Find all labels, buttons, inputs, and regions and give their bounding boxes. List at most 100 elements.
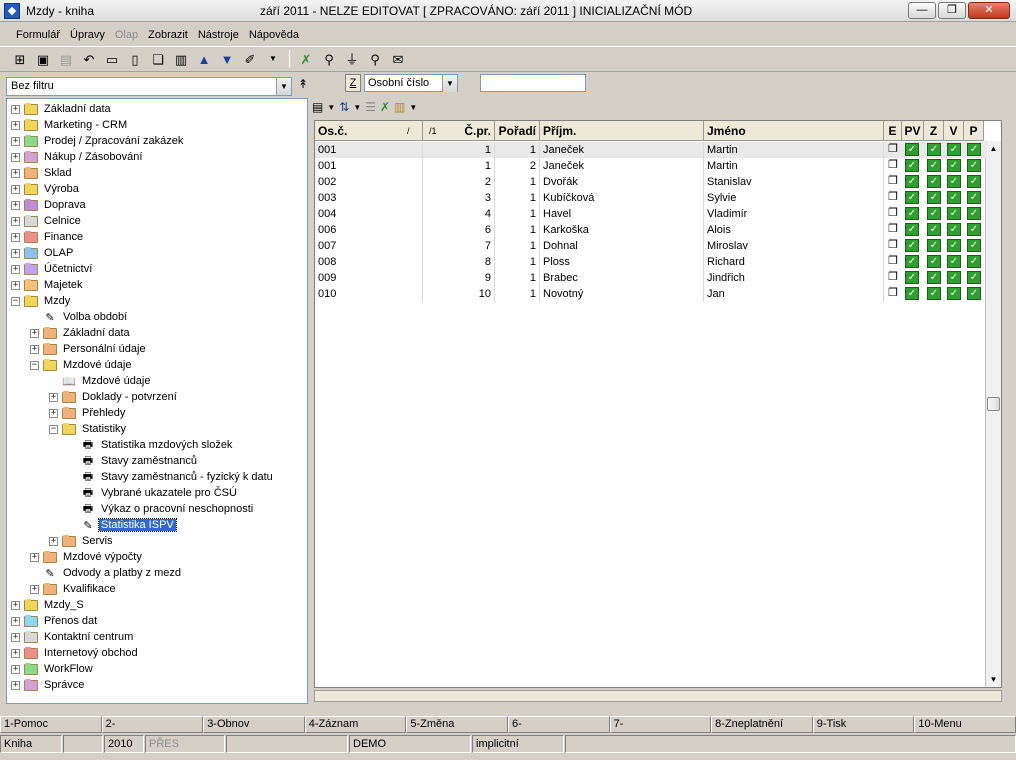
sort-order-button[interactable]: Z [345, 74, 361, 92]
check-icon[interactable]: ✓ [947, 239, 961, 252]
function-key[interactable]: 8-Zneplatnění [711, 716, 813, 733]
tree-item[interactable]: + Přenos dat [11, 613, 99, 629]
expand-icon[interactable]: + [11, 184, 20, 194]
expand-icon[interactable]: + [11, 248, 20, 258]
filter-icon[interactable]: ⏚ [342, 49, 362, 69]
expand-icon[interactable]: + [11, 152, 20, 162]
document-icon[interactable]: ❐ [886, 207, 900, 220]
function-key[interactable]: 6- [507, 716, 610, 733]
sort-az-icon[interactable]: ⇅ [339, 100, 349, 114]
column-header[interactable]: V [944, 121, 964, 141]
tree-view-icon[interactable]: ☰ [365, 100, 376, 114]
tree-item[interactable]: + Celnice [11, 213, 83, 229]
expand-icon[interactable]: + [11, 600, 20, 610]
table-row[interactable]: 009 9 1 Brabec Jindřich ❐ ✓ ✓ ✓ ✓ [315, 270, 987, 286]
tree-item[interactable]: + Kvalifikace [30, 581, 118, 597]
tree-item[interactable]: + Personální údaje [30, 341, 148, 357]
menu-item-0[interactable]: Formulář [16, 29, 60, 41]
check-icon[interactable]: ✓ [967, 159, 981, 172]
column-header[interactable]: PV [902, 121, 924, 141]
excel-icon[interactable]: ✗ [380, 100, 390, 114]
table-row[interactable]: 008 8 1 Ploss Richard ❐ ✓ ✓ ✓ ✓ [315, 254, 987, 270]
tree-item[interactable]: + Správce [11, 677, 86, 693]
table-row[interactable]: 007 7 1 Dohnal Miroslav ❐ ✓ ✓ ✓ ✓ [315, 238, 987, 254]
column-header[interactable]: P [964, 121, 984, 141]
navigation-tree[interactable]: + Základní data + Marketing - CRM + Prodej / … [6, 98, 308, 704]
tree-item[interactable]: ✎ Statistika ISPV [68, 517, 177, 533]
check-icon[interactable]: ✓ [927, 271, 941, 284]
column-header[interactable]: Z [924, 121, 944, 141]
table-row[interactable]: 010 10 1 Novotný Jan ❐ ✓ ✓ ✓ ✓ [315, 286, 987, 302]
table-row[interactable]: 003 3 1 Kubíčková Sylvie ❐ ✓ ✓ ✓ ✓ [315, 190, 987, 206]
tree-item[interactable]: + Výroba [11, 181, 81, 197]
expand-icon[interactable]: + [11, 168, 20, 178]
check-icon[interactable]: ✓ [905, 271, 919, 284]
app-icon[interactable] [4, 3, 20, 19]
check-icon[interactable]: ✓ [927, 143, 941, 156]
expand-icon[interactable]: + [30, 584, 39, 594]
check-icon[interactable]: ✓ [967, 239, 981, 252]
edit-record-icon[interactable]: ✐ [240, 49, 260, 69]
function-key[interactable]: 10-Menu [914, 716, 1016, 733]
tree-icon[interactable]: ⊞ [10, 49, 30, 69]
table-row[interactable]: 001 1 1 Janeček Martin ❐ ✓ ✓ ✓ ✓ [315, 142, 987, 158]
dropdown-icon[interactable]: ▼ [409, 103, 417, 112]
collapse-icon[interactable]: − [30, 360, 39, 370]
check-icon[interactable]: ✓ [927, 287, 941, 300]
check-icon[interactable]: ✓ [905, 143, 919, 156]
tree-item[interactable]: + Sklad [11, 165, 74, 181]
tree-item[interactable]: − Mzdové údaje [30, 357, 134, 373]
check-icon[interactable]: ✓ [905, 255, 919, 268]
document-icon[interactable]: ❐ [886, 239, 900, 252]
expand-icon[interactable]: + [30, 552, 39, 562]
column-header[interactable]: E [884, 121, 902, 141]
expand-icon[interactable]: + [11, 104, 20, 114]
scroll-down-icon[interactable]: ▼ [986, 672, 1001, 687]
menu-item-3[interactable]: Zobrazit [148, 29, 188, 41]
chevron-down-icon[interactable]: ▼ [276, 78, 291, 95]
check-icon[interactable]: ✓ [927, 223, 941, 236]
document-icon[interactable]: ❐ [886, 159, 900, 172]
columns-icon[interactable]: ▤ [312, 100, 323, 114]
data-grid[interactable]: ▲ ▼ Os.č. Č.pr. Pořadí Příjm. Jméno E PV Z V P / /1… [314, 120, 1002, 688]
close-button[interactable]: ✕ [968, 2, 1010, 19]
tree-item[interactable]: + Mzdové výpočty [30, 549, 144, 565]
tree-item[interactable]: + Doklady - potvrzení [49, 389, 179, 405]
menu-item-1[interactable]: Úpravy [70, 29, 105, 41]
check-icon[interactable]: ✓ [967, 175, 981, 188]
check-icon[interactable]: ✓ [947, 223, 961, 236]
check-icon[interactable]: ✓ [927, 239, 941, 252]
collapse-icon[interactable]: − [49, 424, 58, 434]
book-icon[interactable]: ▥ [171, 49, 191, 69]
function-key[interactable]: 2- [101, 716, 204, 733]
tree-item[interactable]: ✎ Odvody a platby z mezd [30, 565, 183, 581]
check-icon[interactable]: ✓ [905, 223, 919, 236]
open-folder-icon[interactable]: ▭ [102, 49, 122, 69]
check-icon[interactable]: ✓ [927, 255, 941, 268]
arrow-down-icon[interactable]: ▼ [217, 49, 237, 69]
tree-item[interactable]: + OLAP [11, 245, 75, 261]
document-icon[interactable]: ❐ [886, 143, 900, 156]
tree-item[interactable]: + Servis [49, 533, 115, 549]
chevron-down-icon[interactable]: ▼ [442, 75, 457, 92]
column-header[interactable]: Příjm. [540, 121, 704, 141]
function-key[interactable]: 3-Obnov [203, 716, 305, 733]
check-icon[interactable]: ✓ [905, 287, 919, 300]
column-header[interactable]: Pořadí [495, 121, 540, 141]
save-icon[interactable]: ▣ [33, 49, 53, 69]
undo-icon[interactable]: ↶ [79, 49, 99, 69]
tree-item[interactable]: + Účetnictví [11, 261, 94, 277]
tree-item[interactable]: + Kontaktní centrum [11, 629, 135, 645]
check-icon[interactable]: ✓ [967, 223, 981, 236]
check-icon[interactable]: ✓ [947, 175, 961, 188]
expand-icon[interactable]: + [11, 232, 20, 242]
check-icon[interactable]: ✓ [947, 287, 961, 300]
pin-icon[interactable]: ↟ [296, 77, 310, 96]
collapse-icon[interactable]: − [11, 296, 20, 306]
tree-item[interactable]: − Mzdy [11, 293, 72, 309]
tree-item[interactable]: + Přehledy [49, 405, 127, 421]
check-icon[interactable]: ✓ [947, 159, 961, 172]
function-key[interactable]: 7- [609, 716, 712, 733]
tree-item[interactable]: + Nákup / Zásobování [11, 149, 144, 165]
restore-button[interactable]: ❐ [938, 2, 966, 19]
